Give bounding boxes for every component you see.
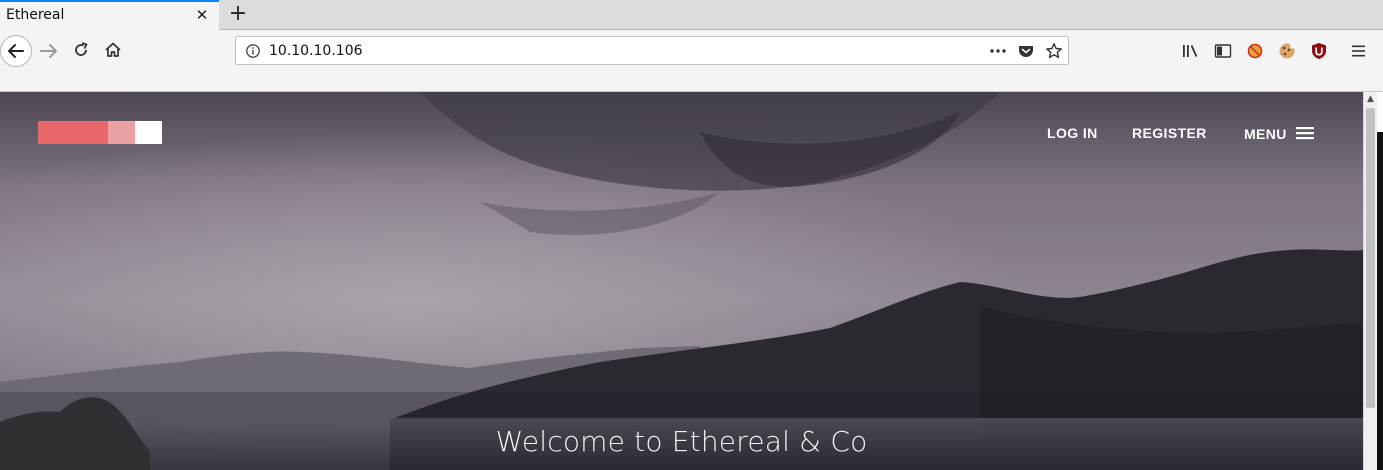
logo-block-white [135,121,162,144]
tab-strip: Ethereal ✕ + [0,0,1383,30]
logo-block-pink [108,121,135,144]
home-button[interactable] [103,40,123,60]
login-link[interactable]: LOG IN [1047,125,1098,141]
reload-button[interactable] [71,40,91,60]
window-edge-dark [1377,132,1383,470]
more-dots-icon[interactable] [989,43,1007,59]
site-logo[interactable] [38,121,162,144]
hero-title: Welcome to Ethereal & Co [495,425,868,458]
logo-block-red [38,121,108,144]
tab-title: Ethereal [6,7,65,23]
forward-button[interactable] [38,40,60,62]
home-icon [105,42,121,57]
menu-label: MENU [1244,126,1287,142]
sidebar-icon[interactable] [1214,43,1232,59]
tab-close-icon[interactable]: ✕ [194,7,210,23]
url-bar[interactable]: 10.10.10.106 [235,36,1069,65]
blocked-icon[interactable] [1246,42,1264,60]
ublock-icon[interactable] [1310,42,1328,60]
arrow-left-icon [8,44,24,58]
arrow-right-icon [40,44,57,58]
scroll-up-arrow-icon[interactable]: ▲ [1365,93,1376,105]
pocket-icon[interactable] [1017,43,1035,59]
window-edge [1377,92,1383,470]
hamburger-menu-icon[interactable] [1350,43,1368,59]
page-scrollbar[interactable]: ▲ [1363,92,1377,470]
hero-background-image [0,92,1363,470]
navigation-toolbar: 10.10.10.106 [0,30,1383,92]
cookie-icon[interactable] [1278,42,1296,60]
tab-ethereal[interactable]: Ethereal ✕ [0,0,219,30]
library-icon[interactable] [1181,42,1201,60]
register-link[interactable]: REGISTER [1132,125,1207,141]
info-icon[interactable] [245,43,261,59]
new-tab-icon[interactable]: + [227,3,249,25]
scroll-thumb[interactable] [1366,108,1375,408]
hamburger-icon [1296,127,1315,140]
reload-icon [75,42,88,56]
url-text[interactable]: 10.10.10.106 [269,43,363,59]
menu-link[interactable]: MENU [1244,125,1315,142]
page-viewport: LOG IN REGISTER MENU Welcome to Ethereal… [0,92,1363,470]
back-button[interactable] [0,35,32,67]
star-icon[interactable] [1045,42,1063,60]
